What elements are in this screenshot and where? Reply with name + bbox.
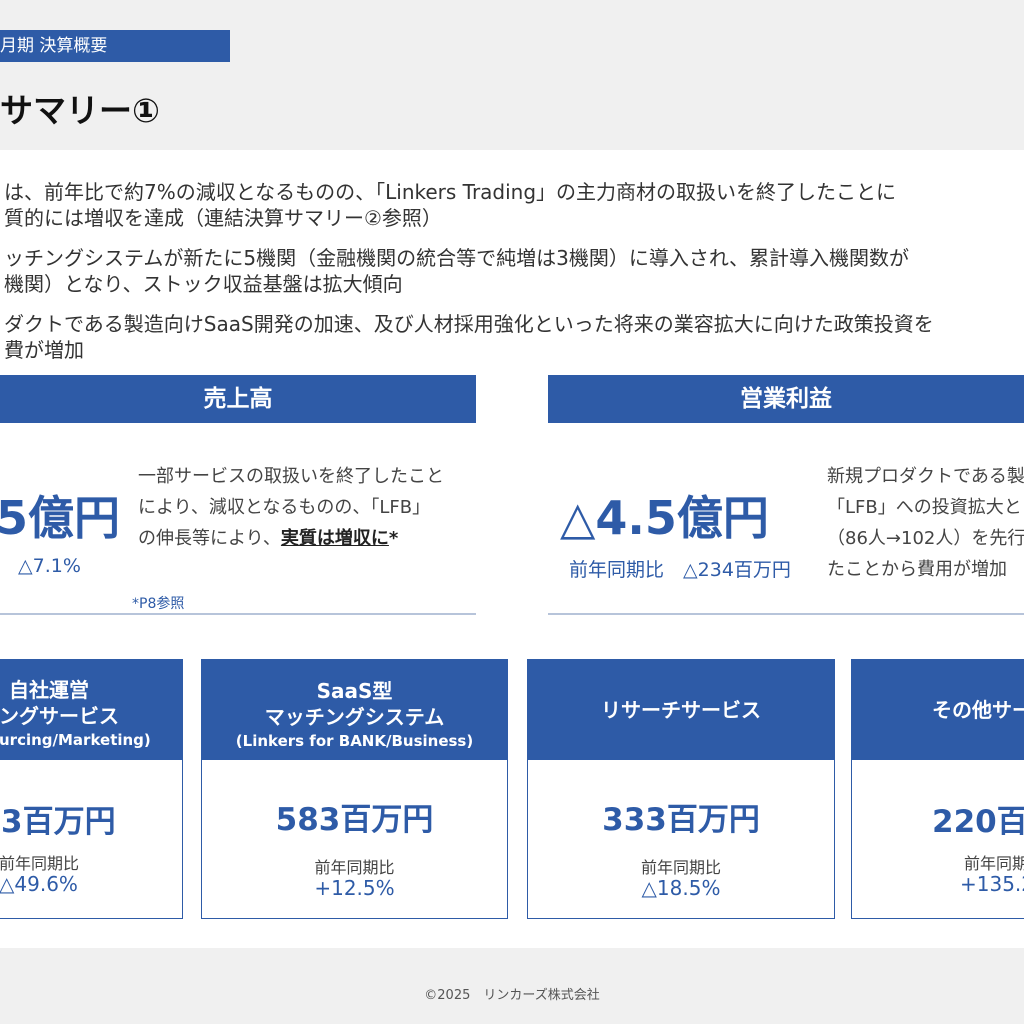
operating-profit-description: 新規プロダクトである製 「LFB」への投資拡大と （86人→102人）を先行 た… bbox=[827, 461, 1024, 585]
op-desc-line: 「LFB」への投資拡大と bbox=[827, 497, 1022, 518]
segment-subtitle: (Linkers for BANK/Business) bbox=[235, 732, 474, 750]
op-desc-line: 新規プロダクトである製 bbox=[827, 466, 1024, 487]
section-tag-text: 月期 決算概要 bbox=[0, 36, 108, 56]
sales-desc-line: の伸長等により、実質は増収に* bbox=[138, 523, 444, 554]
segment-title-line: 自社運営 bbox=[9, 678, 89, 702]
op-desc-line: （86人→102人）を先行 bbox=[827, 528, 1024, 549]
segment-value: 583百万円 bbox=[275, 802, 434, 838]
sales-desc-asterisk: * bbox=[388, 528, 399, 549]
operating-profit-change: 前年同期比 △234百万円 bbox=[569, 555, 791, 582]
segment-sub-label: 前年同期比 bbox=[640, 858, 721, 877]
sales-divider bbox=[0, 613, 476, 615]
segment-card: SaaS型 マッチングシステム (Linkers for BANK/Busine… bbox=[201, 659, 508, 919]
bullet-line: 費が増加 bbox=[4, 338, 84, 362]
segment-subtitle: urcing/Marketing) bbox=[0, 731, 151, 749]
sales-desc-line: 一部サービスの取扱いを終了したこと bbox=[138, 466, 444, 487]
bullet-line: 質的には増収を達成（連結決算サマリー②参照） bbox=[4, 206, 442, 230]
segment-card-header: その他サー bbox=[852, 660, 1024, 760]
sales-header: 売上高 bbox=[0, 375, 476, 423]
sales-value: 5億円 bbox=[0, 491, 121, 545]
segment-pct: +12.5% bbox=[314, 876, 395, 900]
op-desc-line: たことから費用が増加 bbox=[827, 559, 1007, 580]
segment-value: 3百万円 bbox=[1, 804, 116, 840]
segment-sub-label: 前年同期比 bbox=[0, 854, 80, 873]
section-tag: 月期 決算概要 bbox=[0, 30, 230, 62]
segment-card-header: 自社運営 ングサービス urcing/Marketing) bbox=[0, 660, 182, 760]
segment-title-line: ングサービス bbox=[0, 704, 119, 728]
sales-note: *P8参照 bbox=[132, 596, 185, 612]
page-title: サマリー① bbox=[0, 91, 160, 130]
sales-desc-emphasis: 実質は増収に bbox=[280, 528, 389, 549]
segment-title-line: SaaS型 bbox=[316, 679, 393, 703]
segment-card: その他サー 220百 前年同期 +135.2 bbox=[851, 659, 1024, 919]
segment-card-header: SaaS型 マッチングシステム (Linkers for BANK/Busine… bbox=[202, 660, 507, 760]
segment-title-line: リサーチサービス bbox=[601, 698, 761, 722]
segment-value: 220百 bbox=[932, 804, 1024, 840]
sales-desc-line: により、減収となるものの、「LFB」 bbox=[138, 497, 431, 518]
bullet-line: は、前年比で約7%の減収となるものの、「Linkers Trading」の主力商… bbox=[4, 180, 897, 204]
bullet-line: ダクトである製造向けSaaS開発の加速、及び人材採用強化といった将来の業容拡大に… bbox=[4, 312, 934, 336]
bullet-line: 機関）となり、ストック収益基盤は拡大傾向 bbox=[4, 272, 403, 296]
content-panel: は、前年比で約7%の減収となるものの、「Linkers Trading」の主力商… bbox=[0, 150, 1024, 948]
segment-pct: +135.2 bbox=[960, 872, 1024, 896]
operating-profit-change-value: △234百万円 bbox=[683, 559, 791, 581]
segment-pct: △18.5% bbox=[641, 876, 721, 900]
segment-title-line: マッチングシステム bbox=[264, 705, 445, 729]
sales-change: △7.1% bbox=[18, 555, 81, 577]
segment-pct: △49.6% bbox=[0, 872, 78, 896]
segment-title-line: その他サー bbox=[932, 698, 1024, 722]
segment-sub-label: 前年同期 bbox=[964, 854, 1024, 873]
segment-card: リサーチサービス 333百万円 前年同期比 △18.5% bbox=[527, 659, 835, 919]
copyright-footer: ©2025 リンカーズ株式会社 bbox=[424, 988, 600, 1003]
sales-description: 一部サービスの取扱いを終了したこと により、減収となるものの、「LFB」 の伸長… bbox=[138, 461, 444, 554]
segment-card: 自社運営 ングサービス urcing/Marketing) 3百万円 前年同期比… bbox=[0, 659, 183, 919]
sales-desc-prefix: の伸長等により、 bbox=[138, 528, 281, 549]
segment-card-header: リサーチサービス bbox=[528, 660, 834, 760]
operating-profit-change-label: 前年同期比 bbox=[569, 559, 665, 581]
segment-sub-label: 前年同期比 bbox=[314, 858, 395, 877]
segment-value: 333百万円 bbox=[602, 802, 760, 838]
bullet-line: ッチングシステムが新たに5機関（金融機関の統合等で純増は3機関）に導入され、累計… bbox=[4, 246, 910, 270]
operating-profit-header: 営業利益 bbox=[548, 375, 1024, 423]
operating-profit-divider bbox=[548, 613, 1024, 615]
operating-profit-value: △4.5億円 bbox=[560, 491, 769, 545]
